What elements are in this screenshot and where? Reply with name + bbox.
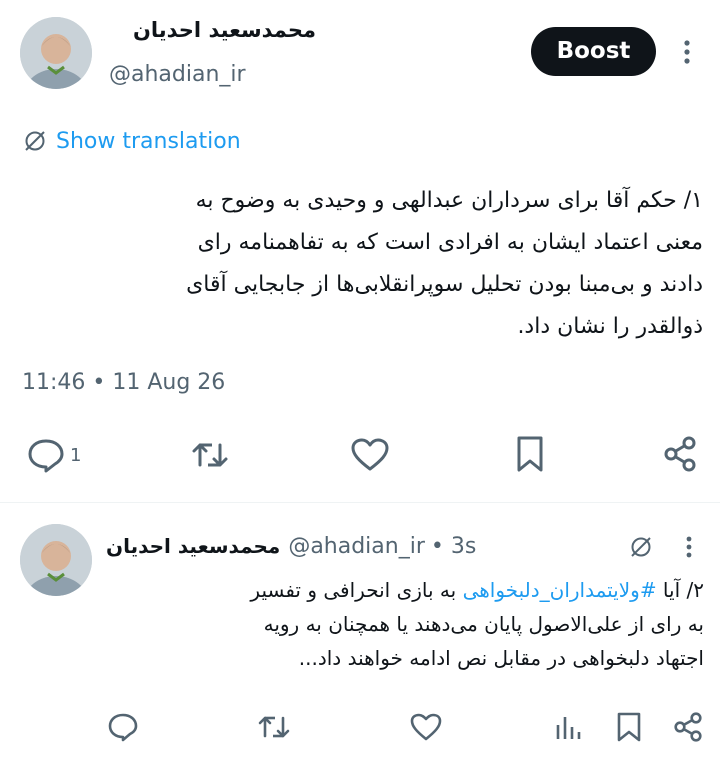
tweet-text-line: ذوالقدر را نشان داد. bbox=[517, 314, 703, 339]
like-icon[interactable] bbox=[350, 437, 390, 473]
tweet-divider bbox=[0, 502, 720, 503]
reply-button[interactable]: 1 bbox=[26, 437, 81, 473]
share-icon[interactable] bbox=[672, 711, 704, 743]
author-name[interactable]: محمدسعید احدیان bbox=[133, 16, 316, 44]
translate-icon bbox=[22, 128, 48, 154]
boost-label: Boost bbox=[556, 38, 631, 64]
more-icon[interactable] bbox=[680, 38, 694, 66]
show-translation-link[interactable]: Show translation bbox=[22, 125, 241, 157]
tweet-text-line: معنی اعتماد ایشان به افرادی است که به تف… bbox=[197, 230, 703, 255]
tweet-text: ۱/ حکم آقا برای سرداران عبدالهی و وحیدی … bbox=[22, 180, 703, 348]
tweet-timestamp[interactable]: 11:46 • 11 Aug 26 bbox=[22, 367, 225, 399]
more-icon[interactable] bbox=[683, 534, 695, 560]
tweet-text-line: به رای از علی‌الاصول پایان می‌دهند یا هم… bbox=[263, 612, 704, 636]
like-icon[interactable] bbox=[409, 712, 443, 742]
bookmark-icon[interactable] bbox=[514, 435, 546, 473]
author-handle[interactable]: @ahadian_ir bbox=[109, 60, 246, 90]
text-segment: ۲/ آیا bbox=[656, 578, 704, 602]
tweet-text: ۲/ آیا #ولایتمداران_دلبخواهی به بازی انح… bbox=[106, 573, 704, 675]
retweet-icon[interactable] bbox=[190, 437, 230, 473]
author-avatar[interactable] bbox=[20, 524, 92, 596]
tweet-text-line: دادند و بی‌مبنا بودن تحلیل سوپرانقلابی‌ه… bbox=[186, 272, 703, 297]
tweet-header: محمدسعید احدیان @ahadian_ir • 3s bbox=[106, 530, 476, 562]
author-avatar[interactable] bbox=[20, 17, 92, 89]
translate-icon[interactable] bbox=[628, 534, 654, 560]
tweet-text-line: اجتهاد دلبخواهی در مقابل نص ادامه خواهند… bbox=[298, 646, 704, 670]
bookmark-icon[interactable] bbox=[615, 711, 643, 743]
author-handle[interactable]: @ahadian_ir bbox=[288, 534, 425, 559]
views-icon[interactable] bbox=[553, 712, 583, 742]
boost-button[interactable]: Boost bbox=[531, 27, 656, 76]
reply-icon[interactable] bbox=[107, 712, 139, 742]
translation-label: Show translation bbox=[56, 128, 241, 154]
reply-count: 1 bbox=[70, 444, 82, 466]
share-icon[interactable] bbox=[662, 435, 698, 473]
text-segment: به بازی انحرافی و تفسیر bbox=[250, 578, 463, 602]
tweet-text-line: ۱/ حکم آقا برای سرداران عبدالهی و وحیدی … bbox=[195, 188, 703, 213]
hashtag-link[interactable]: #ولایتمداران_دلبخواهی bbox=[463, 578, 657, 602]
reply-icon bbox=[26, 437, 66, 473]
tweet-text-line: ۲/ آیا #ولایتمداران_دلبخواهی به بازی انح… bbox=[106, 573, 704, 607]
retweet-icon[interactable] bbox=[257, 712, 291, 742]
tweet-age[interactable]: • 3s bbox=[431, 534, 476, 559]
author-name[interactable]: محمدسعید احدیان bbox=[106, 534, 280, 558]
